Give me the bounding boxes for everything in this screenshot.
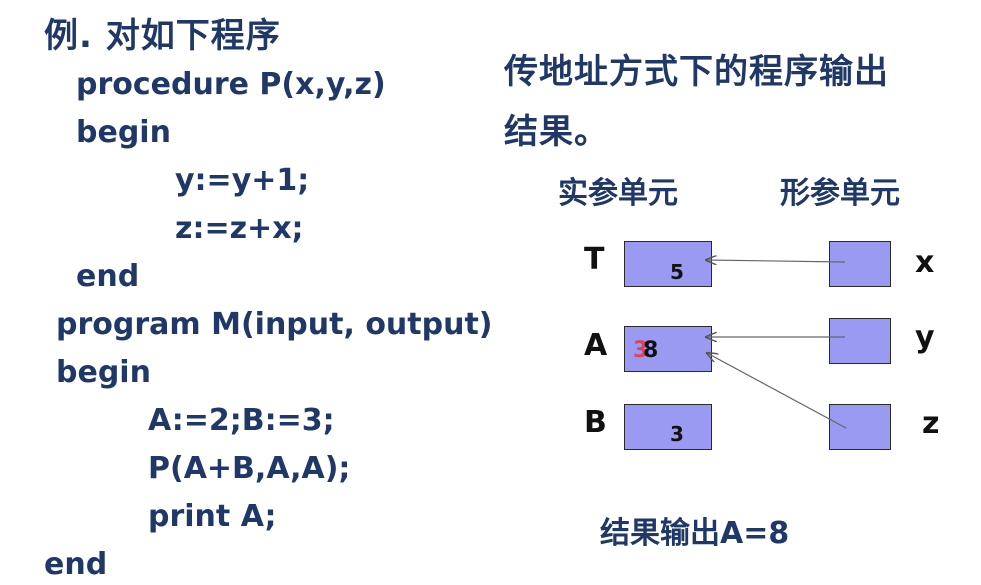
result-text: 结果输出A=8 bbox=[600, 516, 790, 551]
pointer-arrows bbox=[0, 0, 847, 429]
arrow-z-to-a bbox=[707, 353, 847, 429]
arrow-x-to-t bbox=[706, 260, 846, 262]
